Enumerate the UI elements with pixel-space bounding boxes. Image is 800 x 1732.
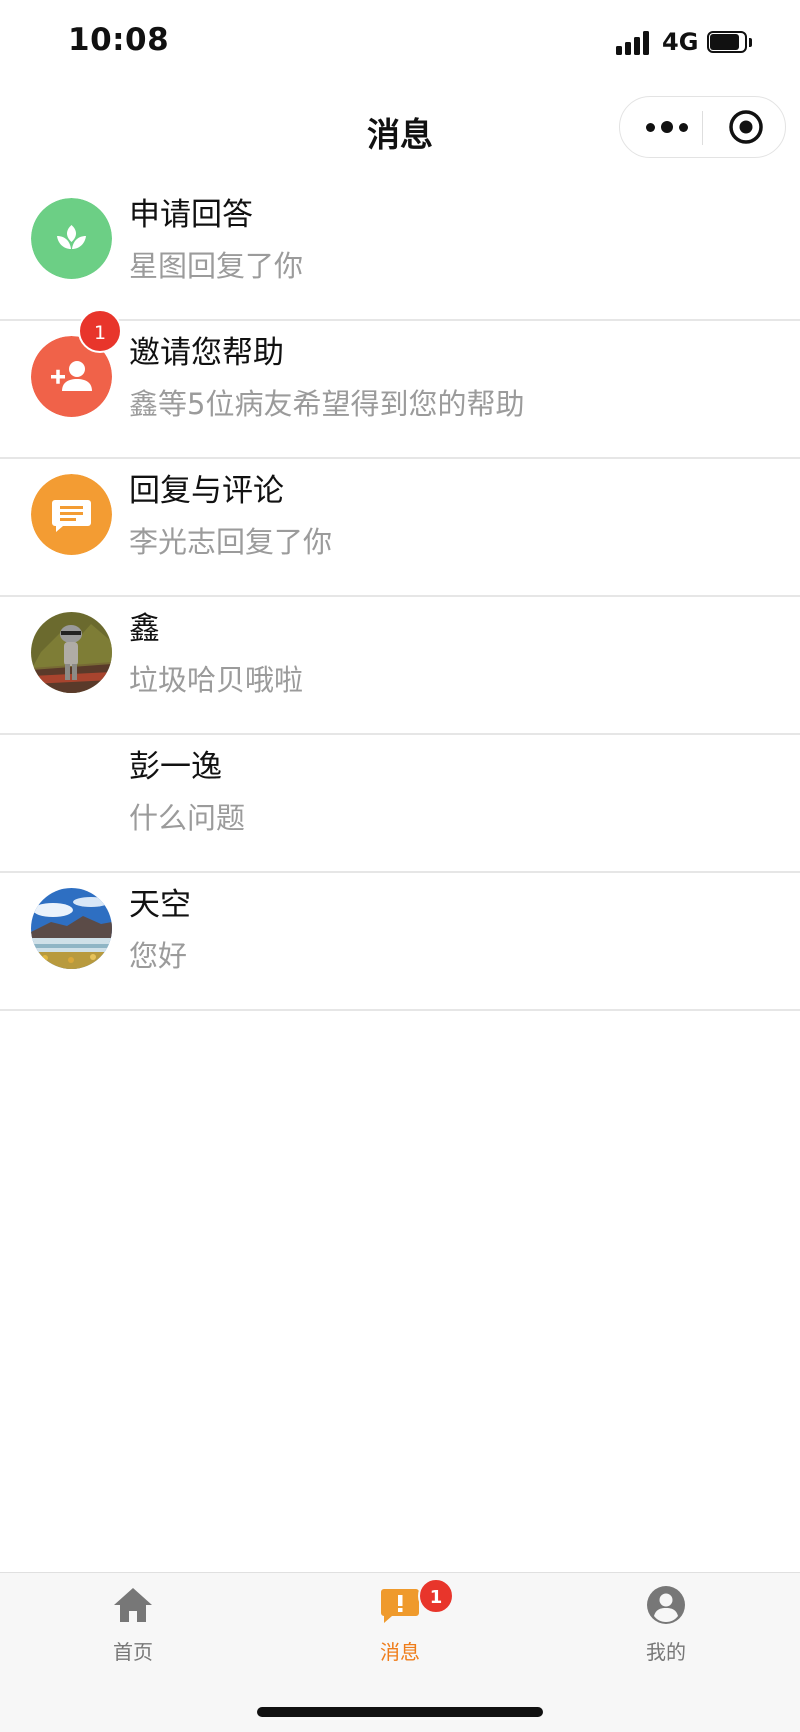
tab-messages[interactable]: 1 消息 (267, 1573, 533, 1673)
list-item-chat-tiankong[interactable]: 天空 您好 (0, 873, 800, 1011)
tab-label: 我的 (646, 1640, 686, 1664)
message-list: 申请回答 星图回复了你 1 邀请您帮助 鑫等5位病友希望得到您的帮助 回复与评论… (0, 183, 800, 1011)
battery-icon (707, 31, 753, 55)
message-title: 天空 (129, 887, 191, 923)
list-item-apply-answer[interactable]: 申请回答 星图回复了你 (0, 183, 800, 321)
list-item-chat-peng[interactable]: 彭一逸 什么问题 (0, 735, 800, 873)
more-icon[interactable] (644, 119, 692, 135)
message-preview: 垃圾哈贝哦啦 (129, 663, 304, 697)
comment-icon (31, 474, 112, 555)
message-preview: 什么问题 (129, 801, 246, 835)
message-title: 鑫 (129, 611, 160, 647)
capsule-divider (702, 111, 703, 145)
mini-program-capsule (619, 96, 786, 158)
blank-avatar (31, 750, 112, 831)
home-icon (111, 1585, 155, 1625)
tab-home[interactable]: 首页 (0, 1573, 266, 1673)
message-alert-icon (378, 1585, 422, 1625)
user-avatar-photo (31, 612, 112, 693)
message-preview: 星图回复了你 (129, 249, 304, 283)
tab-badge: 1 (418, 1578, 454, 1614)
message-preview: 鑫等5位病友希望得到您的帮助 (129, 387, 525, 421)
message-preview: 李光志回复了你 (129, 525, 333, 559)
message-title: 彭一逸 (129, 749, 222, 785)
tab-label: 消息 (380, 1640, 420, 1664)
list-item-invite-help[interactable]: 1 邀请您帮助 鑫等5位病友希望得到您的帮助 (0, 309, 800, 459)
network-type: 4G (662, 28, 699, 56)
status-bar: 10:08 4G (0, 0, 800, 88)
tab-label: 首页 (113, 1640, 153, 1664)
status-time: 10:08 (68, 22, 170, 58)
list-item-chat-xin[interactable]: 鑫 垃圾哈贝哦啦 (0, 597, 800, 735)
tab-profile[interactable]: 我的 (533, 1573, 799, 1673)
profile-icon (644, 1585, 688, 1625)
sprout-icon (31, 198, 112, 279)
message-preview: 您好 (129, 939, 188, 973)
close-target-icon[interactable] (728, 109, 764, 145)
signal-icon (616, 31, 650, 55)
list-item-replies-comments[interactable]: 回复与评论 李光志回复了你 (0, 459, 800, 597)
home-indicator (257, 1707, 543, 1717)
message-title: 邀请您帮助 (129, 335, 284, 371)
nav-bar: 消息 (0, 88, 800, 176)
message-title: 申请回答 (129, 197, 253, 233)
unread-badge: 1 (78, 309, 122, 353)
landscape-avatar-photo (31, 888, 112, 969)
message-title: 回复与评论 (129, 473, 284, 509)
